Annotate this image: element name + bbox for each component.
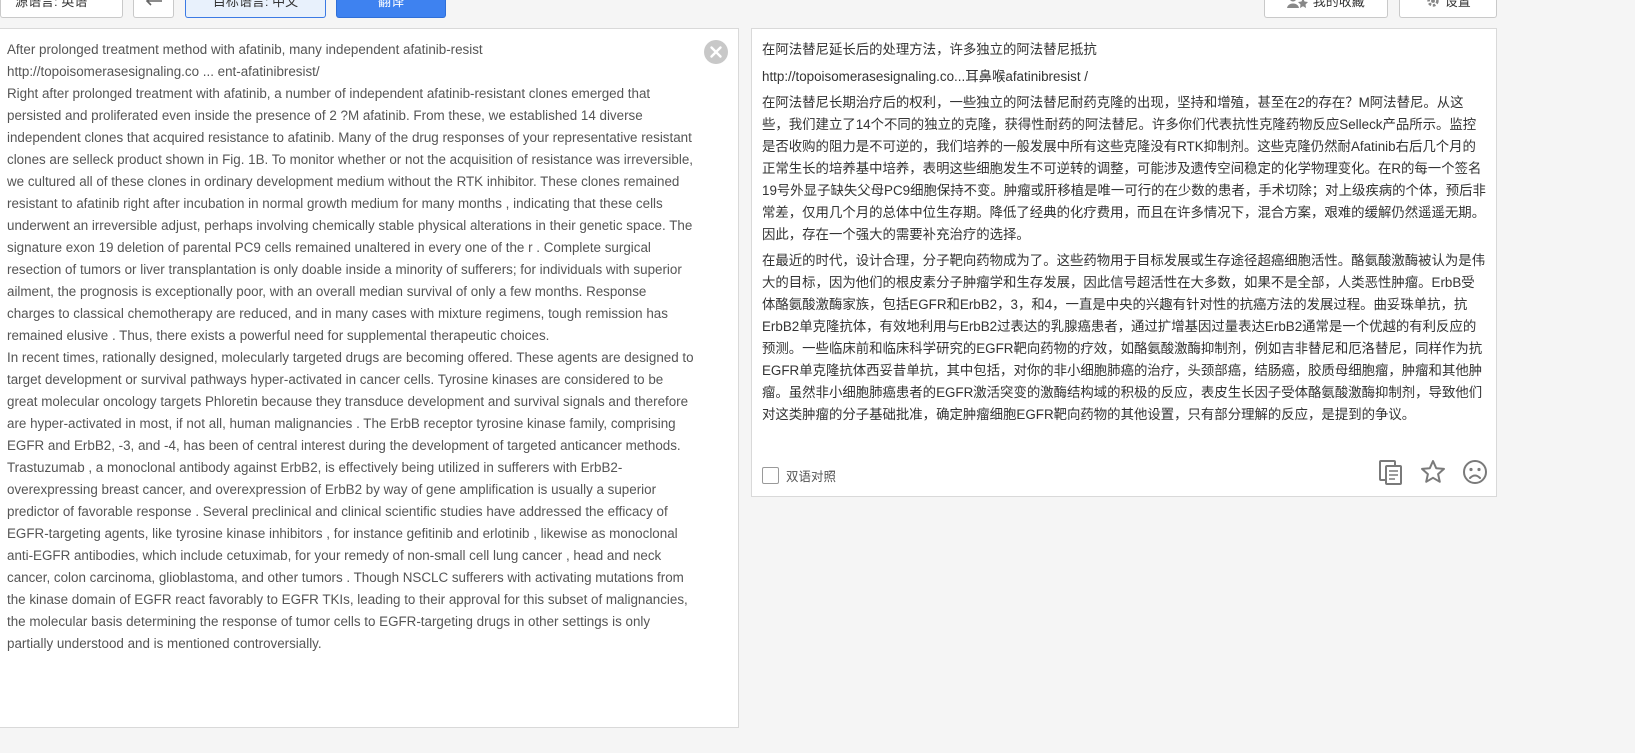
swap-arrow-icon bbox=[145, 0, 162, 6]
settings-button[interactable]: 设置 bbox=[1399, 0, 1497, 18]
source-paragraph: In recent times, rationally designed, mo… bbox=[7, 350, 694, 651]
translation-result-text: 在阿法替尼延长后的处理方法，许多独立的阿法替尼抵抗 http://topoiso… bbox=[762, 39, 1487, 430]
favorite-button[interactable] bbox=[1419, 458, 1447, 486]
copy-icon bbox=[1379, 460, 1402, 485]
my-favorites-button[interactable]: 我的收藏 bbox=[1264, 0, 1388, 18]
result-title: 在阿法替尼延长后的处理方法，许多独立的阿法替尼抵抗 bbox=[762, 42, 1097, 57]
feedback-button[interactable] bbox=[1461, 458, 1489, 486]
result-paragraph: 在最近的时代，设计合理，分子靶向药物成为了。这些药物用于目标发展或生存途径超癌细… bbox=[762, 253, 1486, 422]
bilingual-compare-toggle[interactable]: 双语对照 bbox=[762, 464, 836, 486]
my-favorites-label: 我的收藏 bbox=[1312, 0, 1365, 9]
bilingual-checkbox[interactable] bbox=[762, 466, 779, 484]
star-icon bbox=[1421, 460, 1445, 483]
result-paragraph: 在阿法替尼长期治疗后的权利，一些独立的阿法替尼耐药克隆的出现，坚持和增殖，甚至在… bbox=[762, 95, 1486, 242]
source-text-area[interactable]: After prolonged treatment method with af… bbox=[7, 39, 697, 655]
source-paragraph: Right after prolonged treatment with afa… bbox=[7, 86, 693, 343]
source-language-select[interactable]: 源语言: 英语 bbox=[0, 0, 123, 18]
bilingual-label: 双语对照 bbox=[786, 469, 837, 484]
sad-face-icon bbox=[1463, 460, 1487, 484]
source-paragraph: http://topoisomerasesignaling.co ... ent… bbox=[7, 64, 320, 79]
translation-result-panel: 在阿法替尼延长后的处理方法，许多独立的阿法替尼抵抗 http://topoiso… bbox=[751, 28, 1497, 497]
settings-label: 设置 bbox=[1444, 0, 1471, 9]
result-link: http://topoisomerasesignaling.co...耳鼻喉af… bbox=[762, 69, 1088, 84]
clear-text-button[interactable] bbox=[703, 39, 729, 65]
star-list-icon bbox=[1287, 0, 1309, 8]
target-language-select[interactable]: 目标语言: 中文 bbox=[185, 0, 326, 18]
close-icon bbox=[704, 40, 728, 64]
translate-button[interactable]: 翻译 bbox=[336, 0, 446, 18]
gear-icon bbox=[1427, 0, 1439, 7]
source-paragraph: After prolonged treatment method with af… bbox=[7, 42, 483, 57]
source-text-panel[interactable]: After prolonged treatment method with af… bbox=[0, 28, 739, 728]
swap-languages-button[interactable] bbox=[133, 0, 174, 18]
translate-label: 翻译 bbox=[377, 0, 404, 9]
target-language-label: 目标语言: 中文 bbox=[212, 0, 299, 9]
source-language-label: 源语言: 英语 bbox=[15, 0, 88, 9]
copy-button[interactable] bbox=[1377, 458, 1405, 486]
